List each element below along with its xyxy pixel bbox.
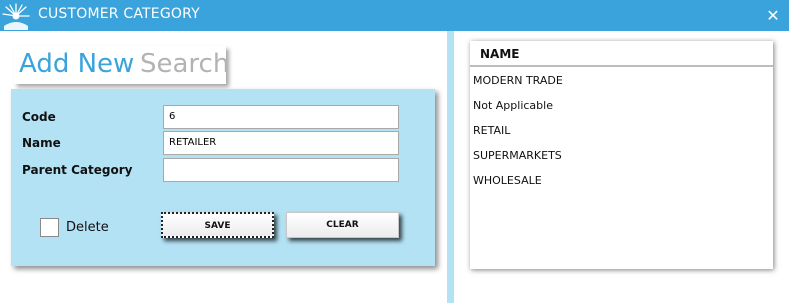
category-list[interactable]: NAME MODERN TRADE Not Applicable RETAIL … xyxy=(470,41,773,269)
code-label: Code xyxy=(22,110,56,124)
list-item[interactable]: WHOLESALE xyxy=(473,170,769,192)
close-icon[interactable]: ✕ xyxy=(766,6,779,25)
mode-tabs: Add New Search xyxy=(14,46,229,84)
parent-category-field[interactable] xyxy=(163,158,399,182)
category-form: Code 6 Name RETAILER Parent Category Del… xyxy=(11,89,435,266)
clear-button[interactable]: CLEAR xyxy=(286,212,399,238)
name-label: Name xyxy=(22,136,61,150)
close-button[interactable]: ✕ xyxy=(762,5,784,27)
delete-checkbox[interactable] xyxy=(40,218,59,237)
name-field[interactable]: RETAILER xyxy=(163,131,399,155)
tab-search[interactable]: Search xyxy=(140,49,229,79)
title-bar[interactable]: CUSTOMER CATEGORY ✕ xyxy=(0,0,789,31)
list-item[interactable]: RETAIL xyxy=(473,120,769,142)
parent-category-label: Parent Category xyxy=(22,163,133,177)
save-button[interactable]: SAVE xyxy=(161,212,274,238)
list-item[interactable]: SUPERMARKETS xyxy=(473,145,769,167)
customer-category-window: CUSTOMER CATEGORY ✕ Add New Search Code … xyxy=(0,0,789,303)
window-title: CUSTOMER CATEGORY xyxy=(38,6,200,22)
tab-add-new[interactable]: Add New xyxy=(19,49,134,79)
list-item[interactable]: MODERN TRADE xyxy=(473,70,769,92)
panel-divider xyxy=(447,31,454,303)
code-field[interactable]: 6 xyxy=(163,105,399,129)
list-item[interactable]: Not Applicable xyxy=(473,95,769,117)
form-panel: Add New Search Code 6 Name RETAILER Pare… xyxy=(0,31,447,303)
app-logo-icon xyxy=(2,3,30,30)
delete-label[interactable]: Delete xyxy=(66,220,109,235)
list-header-name[interactable]: NAME xyxy=(470,41,773,67)
list-panel: NAME MODERN TRADE Not Applicable RETAIL … xyxy=(454,31,789,303)
